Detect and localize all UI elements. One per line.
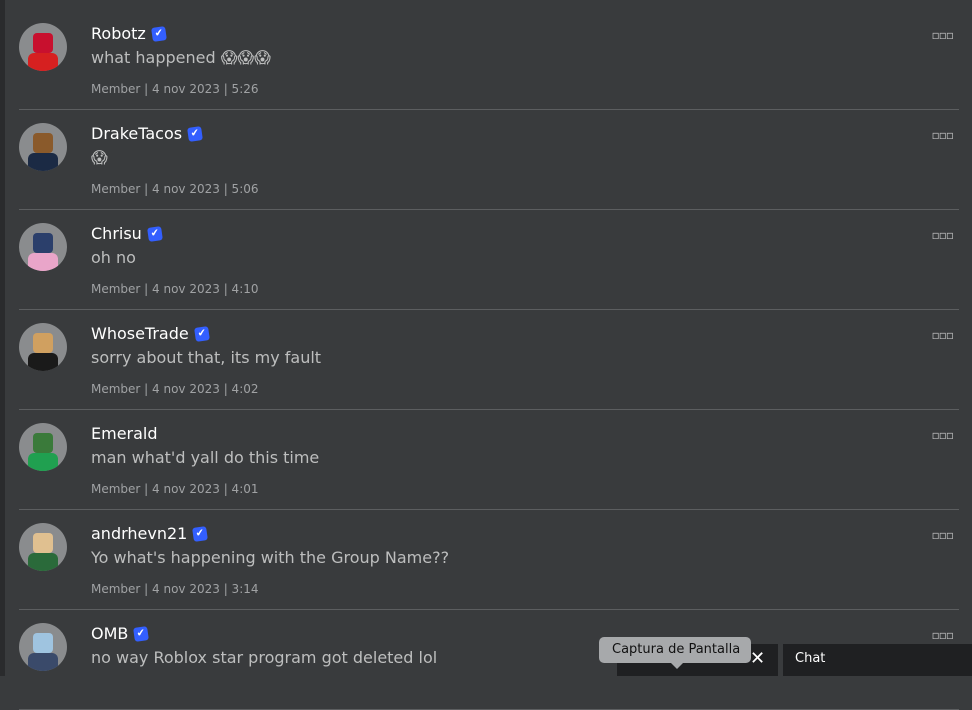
verified-badge-icon: ✔ [187, 125, 203, 142]
post-item: Emerald man what'd yall do this time Mem… [19, 410, 959, 510]
ellipsis-icon[interactable]: ▫▫▫ [932, 628, 954, 642]
post-item: Robotz ✔ what happened 😱😱😱 Member | 4 nov… [19, 10, 959, 110]
ellipsis-icon[interactable]: ▫▫▫ [932, 328, 954, 342]
avatar[interactable] [19, 23, 67, 71]
post-item: WhoseTrade ✔ sorry about that, its my fau… [19, 310, 959, 410]
verified-badge-icon: ✔ [133, 625, 150, 642]
post-message: no way Roblox star program got deleted l… [91, 648, 438, 667]
post-author[interactable]: WhoseTrade ✔ [91, 324, 210, 343]
post-author[interactable]: OMB ✔ [91, 624, 150, 643]
verified-badge-icon: ✔ [146, 225, 163, 242]
tooltip: Captura de Pantalla [599, 637, 751, 669]
ellipsis-icon[interactable]: ▫▫▫ [932, 528, 954, 542]
avatar[interactable] [19, 523, 67, 571]
post-meta: Member | 4 nov 2023 | 5:26 [91, 82, 259, 96]
chat-label: Chat [795, 651, 826, 666]
post-author[interactable]: Robotz ✔ [91, 24, 167, 43]
post-author[interactable]: Chrisu ✔ [91, 224, 163, 243]
verified-badge-icon: ✔ [150, 25, 167, 42]
post-meta: Member | 4 nov 2023 | 4:02 [91, 382, 259, 396]
post-message: Yo what's happening with the Group Name?… [91, 548, 450, 567]
post-message: 😱 [91, 148, 108, 167]
avatar[interactable] [19, 623, 67, 671]
post-item: andrhevn21 ✔ Yo what's happening with the… [19, 510, 959, 610]
close-icon[interactable]: ✕ [750, 648, 765, 669]
post-message: oh no [91, 248, 136, 267]
avatar[interactable] [19, 223, 67, 271]
post-meta: Member | 4 nov 2023 | 5:06 [91, 182, 259, 196]
post-meta: Member | 4 nov 2023 | 4:10 [91, 282, 259, 296]
post-author[interactable]: Emerald [91, 424, 158, 443]
verified-badge-icon: ✔ [192, 525, 209, 542]
ellipsis-icon[interactable]: ▫▫▫ [932, 28, 954, 42]
ellipsis-icon[interactable]: ▫▫▫ [932, 128, 954, 142]
left-edge [0, 0, 5, 676]
post-author[interactable]: andrhevn21 ✔ [91, 524, 209, 543]
post-message: man what'd yall do this time [91, 448, 320, 467]
post-item: DrakeTacos ✔ 😱 Member | 4 nov 2023 | 5:06… [19, 110, 959, 210]
avatar[interactable] [19, 423, 67, 471]
post-author[interactable]: DrakeTacos ✔ [91, 124, 203, 143]
post-message: what happened 😱😱😱 [91, 48, 271, 67]
ellipsis-icon[interactable]: ▫▫▫ [932, 228, 954, 242]
verified-badge-icon: ✔ [193, 325, 210, 342]
post-item: Chrisu ✔ oh no Member | 4 nov 2023 | 4:10… [19, 210, 959, 310]
post-meta: Member | 4 nov 2023 | 4:01 [91, 482, 259, 496]
post-meta: Member | 4 nov 2023 | 3:14 [91, 582, 259, 596]
avatar[interactable] [19, 123, 67, 171]
post-message: sorry about that, its my fault [91, 348, 322, 367]
ellipsis-icon[interactable]: ▫▫▫ [932, 428, 954, 442]
avatar[interactable] [19, 323, 67, 371]
chat-bar[interactable]: Chat [783, 644, 972, 676]
